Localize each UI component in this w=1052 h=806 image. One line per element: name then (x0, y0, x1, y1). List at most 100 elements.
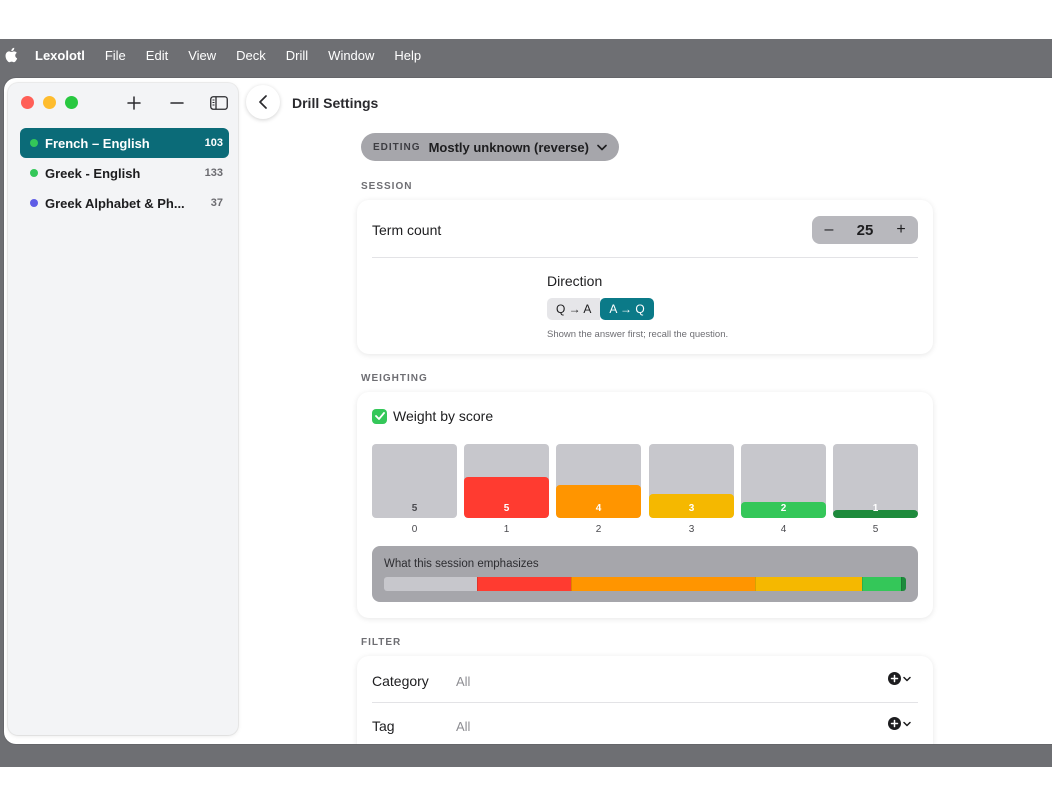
session-card: Term count – 25 + Direction Q → A A → Q … (357, 200, 933, 354)
term-count-stepper: – 25 + (812, 216, 918, 244)
menu-window[interactable]: Window (328, 48, 374, 63)
close-window-button[interactable] (21, 96, 34, 109)
filter-card: Category All Tag All (357, 656, 933, 744)
deck-item-french-english[interactable]: French – English 103 (20, 128, 229, 158)
checkmark-icon (374, 412, 385, 420)
emphasis-segment (755, 577, 862, 591)
weight-by-score-label: Weight by score (393, 408, 494, 424)
weighting-card: Weight by score 5 0 5 1 4 2 3 3 2 4 1 5 What this s… (357, 392, 933, 618)
divider (372, 702, 918, 703)
preset-selector[interactable]: EDITING Mostly unknown (reverse) (361, 133, 619, 161)
deck-list: French – English 103 Greek - English 133… (20, 128, 229, 218)
menu-app-name[interactable]: Lexolotl (35, 48, 85, 63)
deck-name: Greek Alphabet & Ph... (45, 195, 185, 211)
menu-bar: Lexolotl File Edit View Deck Drill Windo… (0, 39, 1052, 71)
chevron-down-icon (597, 144, 607, 150)
deck-name: Greek - English (45, 165, 141, 181)
direction-option-q-to-a[interactable]: Q → A (547, 298, 601, 320)
menu-file[interactable]: File (105, 48, 126, 63)
score-bar-weight: 1 (872, 503, 879, 514)
back-button[interactable] (246, 85, 280, 119)
deck-item-greek-english[interactable]: Greek - English 133 (20, 158, 229, 188)
score-bar-label: 2 (595, 524, 602, 535)
section-label-filter: FILTER (361, 637, 402, 648)
direction-hint: Shown the answer first; recall the quest… (547, 329, 729, 340)
score-bar-3[interactable]: 3 (649, 444, 734, 518)
menu-drill[interactable]: Drill (286, 48, 308, 63)
decrement-button[interactable]: – (822, 222, 836, 238)
preset-editing-label: EDITING (373, 141, 421, 153)
deck-color-dot (30, 199, 38, 207)
deck-color-dot (30, 139, 38, 147)
deck-count: 103 (204, 137, 223, 149)
filter-category-menu-button[interactable] (888, 672, 911, 685)
chevron-down-icon (903, 676, 911, 681)
weight-by-score-toggle[interactable]: Weight by score (372, 408, 493, 424)
menu-help[interactable]: Help (394, 48, 421, 63)
menu-edit[interactable]: Edit (146, 48, 168, 63)
deck-item-greek-alphabet[interactable]: Greek Alphabet & Ph... 37 (20, 188, 229, 218)
chevron-down-icon (903, 721, 911, 726)
sidebar-toggle-icon (210, 96, 228, 110)
emphasis-title: What this session emphasizes (384, 558, 539, 570)
direction-segmented-control: Q → A A → Q (547, 298, 654, 320)
score-bar-label: 1 (503, 524, 510, 535)
emphasis-segment (384, 577, 478, 591)
add-deck-button[interactable] (122, 91, 146, 115)
score-bar-label: 0 (411, 524, 418, 535)
plus-circle-icon (888, 717, 901, 730)
menu-view[interactable]: View (188, 48, 216, 63)
score-bar-weight: 4 (595, 503, 602, 514)
section-label-weighting: WEIGHTING (361, 373, 428, 384)
checkbox[interactable] (372, 408, 387, 424)
plus-icon (127, 96, 141, 110)
filter-tag-value: All (456, 719, 471, 734)
remove-deck-button[interactable] (165, 91, 189, 115)
divider (372, 257, 918, 258)
deck-count: 133 (204, 167, 223, 179)
score-weight-bars: 5 0 5 1 4 2 3 3 2 4 1 5 (372, 444, 918, 544)
score-bar-5[interactable]: 1 (833, 444, 918, 518)
zoom-window-button[interactable] (65, 96, 78, 109)
section-label-session: SESSION (361, 181, 413, 192)
preset-name: Mostly unknown (reverse) (428, 139, 589, 155)
sidebar: French – English 103 Greek - English 133… (8, 83, 238, 735)
minimize-window-button[interactable] (43, 96, 56, 109)
apple-icon[interactable] (3, 46, 21, 64)
emphasis-segment (570, 577, 756, 591)
term-count-label: Term count (372, 222, 442, 238)
emphasis-segment (861, 577, 901, 591)
emphasis-panel: What this session emphasizes (372, 546, 918, 602)
app-window: French – English 103 Greek - English 133… (4, 78, 1052, 744)
score-bar-label: 5 (872, 524, 879, 535)
deck-name: French – English (45, 135, 150, 151)
deck-count: 37 (210, 197, 223, 209)
emphasis-bar (384, 577, 906, 591)
score-bar-weight: 5 (411, 503, 418, 514)
score-bar-2[interactable]: 4 (556, 444, 641, 518)
score-bar-label: 3 (688, 524, 695, 535)
direction-label: Direction (547, 273, 603, 289)
score-bar-label: 4 (780, 524, 787, 535)
filter-category-label: Category (372, 673, 429, 689)
filter-tag-label: Tag (372, 718, 395, 734)
page-title: Drill Settings (292, 95, 379, 111)
score-bar-weight: 2 (780, 503, 787, 514)
score-bar-1[interactable]: 5 (464, 444, 549, 518)
chevron-left-icon (259, 95, 267, 109)
minus-icon (170, 102, 184, 104)
direction-option-a-to-q[interactable]: A → Q (600, 298, 654, 320)
score-bar-weight: 5 (503, 503, 510, 514)
toggle-sidebar-button[interactable] (207, 91, 231, 115)
score-bar-4[interactable]: 2 (741, 444, 826, 518)
deck-color-dot (30, 169, 38, 177)
term-count-value: 25 (856, 221, 874, 239)
score-bar-weight: 3 (688, 503, 695, 514)
score-bar-0[interactable]: 5 (372, 444, 457, 518)
menu-deck[interactable]: Deck (236, 48, 266, 63)
emphasis-segment (477, 577, 571, 591)
filter-tag-menu-button[interactable] (888, 717, 911, 730)
increment-button[interactable]: + (894, 222, 908, 238)
filter-category-value: All (456, 674, 471, 689)
plus-circle-icon (888, 672, 901, 685)
